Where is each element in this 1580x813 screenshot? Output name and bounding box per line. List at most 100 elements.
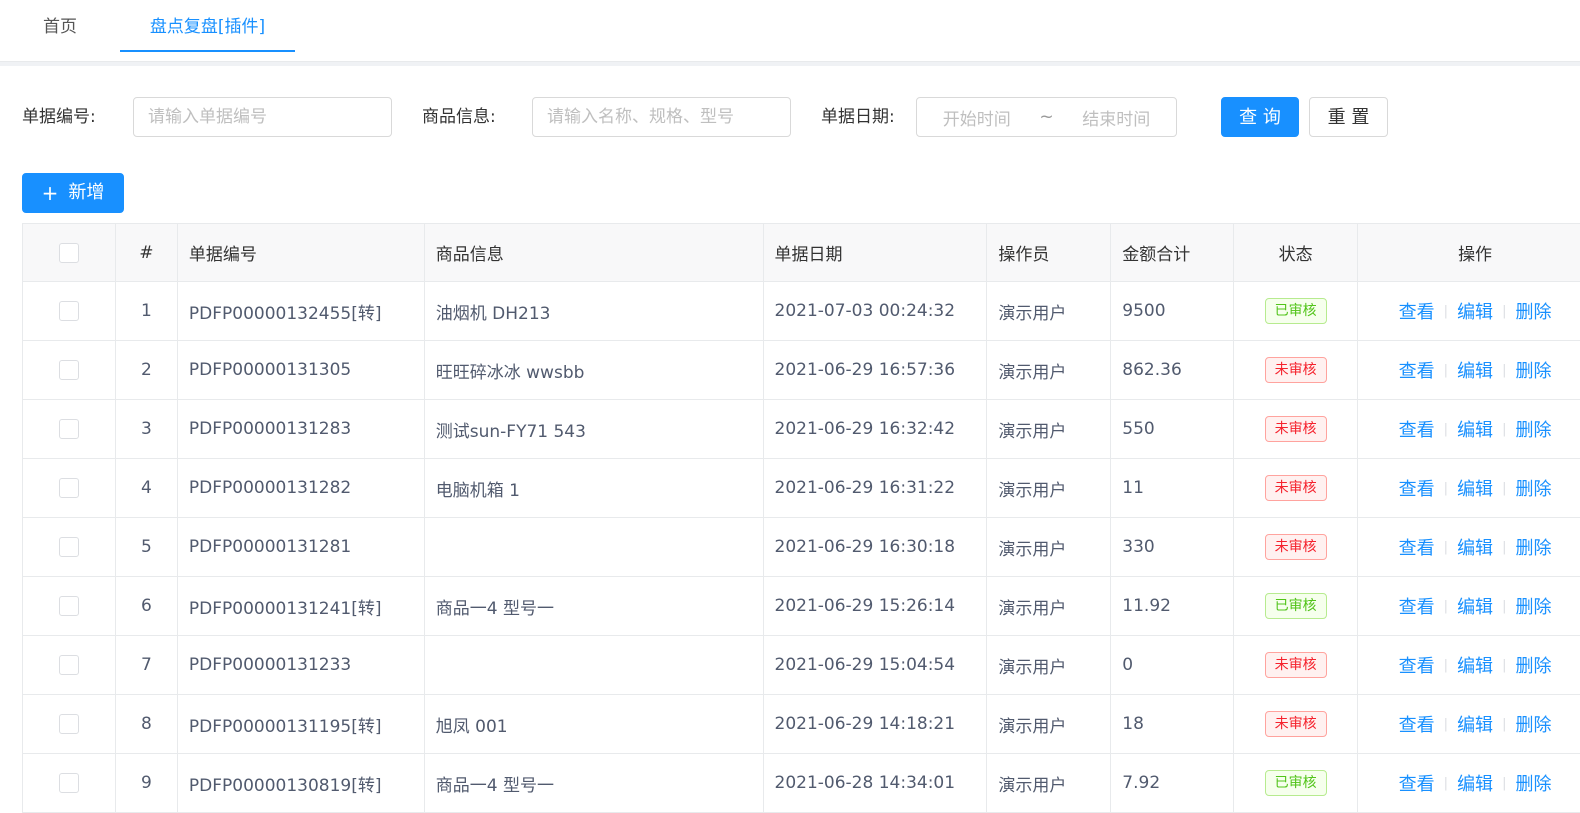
row-date: 2021-06-29 16:31:22 xyxy=(764,459,988,517)
row-goods: 油烟机 DH213 xyxy=(425,282,764,340)
row-checkbox[interactable] xyxy=(58,419,79,439)
edit-link[interactable]: 编辑 xyxy=(1457,298,1493,324)
action-divider: | xyxy=(1502,480,1507,496)
view-link[interactable]: 查看 xyxy=(1399,416,1435,442)
view-link[interactable]: 查看 xyxy=(1399,711,1435,737)
row-checkbox-cell xyxy=(23,518,116,576)
row-operator: 演示用户 xyxy=(987,577,1112,635)
query-button[interactable]: 查 询 xyxy=(1221,97,1299,137)
delete-link[interactable]: 删除 xyxy=(1515,475,1551,501)
action-divider: | xyxy=(1443,421,1449,437)
view-link[interactable]: 查看 xyxy=(1399,298,1435,324)
row-amount: 11.92 xyxy=(1111,577,1235,635)
add-button-label: 新增 xyxy=(68,182,105,203)
edit-link[interactable]: 编辑 xyxy=(1457,652,1493,678)
row-operator: 演示用户 xyxy=(987,459,1112,517)
status-badge: 已审核 xyxy=(1264,770,1327,796)
edit-link[interactable]: 编辑 xyxy=(1457,357,1493,383)
status-badge: 未审核 xyxy=(1264,416,1327,442)
table-body: 1 PDFP00000132455[转] 油烟机 DH213 2021-07-03 0… xyxy=(23,282,1580,813)
header-checkbox-cell xyxy=(23,224,116,281)
row-goods: 旺旺碎冰冰 wwsbb xyxy=(425,341,764,399)
delete-link[interactable]: 删除 xyxy=(1515,652,1551,678)
delete-link[interactable]: 删除 xyxy=(1515,298,1551,324)
view-link[interactable]: 查看 xyxy=(1399,593,1435,619)
row-actions: 查看 | 编辑 | 删除 xyxy=(1358,400,1580,458)
row-operator: 演示用户 xyxy=(987,282,1112,340)
delete-link[interactable]: 删除 xyxy=(1515,416,1551,442)
row-goods: 旭凤 001 xyxy=(425,695,764,753)
view-link[interactable]: 查看 xyxy=(1399,534,1435,560)
view-link[interactable]: 查看 xyxy=(1399,770,1435,796)
row-checkbox[interactable] xyxy=(58,360,79,380)
date-start-input[interactable]: 开始时间 xyxy=(917,105,1037,130)
row-actions: 查看 | 编辑 | 删除 xyxy=(1358,577,1580,635)
row-index: 6 xyxy=(116,577,178,635)
reset-button[interactable]: 重 置 xyxy=(1309,97,1388,137)
delete-link[interactable]: 删除 xyxy=(1515,770,1551,796)
row-goods xyxy=(425,518,764,576)
action-divider: | xyxy=(1502,598,1507,614)
header-index: # xyxy=(116,224,178,281)
action-divider: | xyxy=(1502,421,1507,437)
row-doc-no: PDFP00000131305 xyxy=(178,341,425,399)
edit-link[interactable]: 编辑 xyxy=(1457,534,1493,560)
date-range-separator: ~ xyxy=(1039,107,1054,127)
action-divider: | xyxy=(1443,657,1449,673)
row-status-cell: 已审核 xyxy=(1234,577,1359,635)
row-checkbox[interactable] xyxy=(58,655,79,675)
delete-link[interactable]: 删除 xyxy=(1515,711,1551,737)
row-doc-no: PDFP00000131195[转] xyxy=(178,695,425,753)
row-status-cell: 未审核 xyxy=(1234,341,1359,399)
row-index: 3 xyxy=(116,400,178,458)
row-checkbox[interactable] xyxy=(58,478,79,498)
row-status-cell: 未审核 xyxy=(1234,400,1359,458)
row-actions: 查看 | 编辑 | 删除 xyxy=(1358,459,1580,517)
delete-link[interactable]: 删除 xyxy=(1515,357,1551,383)
row-amount: 550 xyxy=(1111,400,1235,458)
date-label: 单据日期: xyxy=(821,107,895,127)
delete-link[interactable]: 删除 xyxy=(1515,534,1551,560)
select-all-checkbox[interactable] xyxy=(58,242,79,263)
tab-inventory-review[interactable]: 盘点复盘[插件] xyxy=(120,0,295,52)
row-actions: 查看 | 编辑 | 删除 xyxy=(1358,518,1580,576)
row-actions: 查看 | 编辑 | 删除 xyxy=(1358,754,1580,812)
view-link[interactable]: 查看 xyxy=(1399,357,1435,383)
view-link[interactable]: 查看 xyxy=(1399,652,1435,678)
date-range-picker[interactable]: 开始时间 ~ 结束时间 xyxy=(916,97,1177,137)
row-checkbox[interactable] xyxy=(58,301,79,321)
action-divider: | xyxy=(1443,716,1449,732)
row-operator: 演示用户 xyxy=(987,341,1112,399)
edit-link[interactable]: 编辑 xyxy=(1457,770,1493,796)
edit-link[interactable]: 编辑 xyxy=(1457,416,1493,442)
row-checkbox[interactable] xyxy=(58,773,79,793)
row-goods xyxy=(425,636,764,694)
row-amount: 862.36 xyxy=(1111,341,1235,399)
action-divider: | xyxy=(1502,303,1507,319)
row-checkbox[interactable] xyxy=(58,596,79,616)
row-checkbox[interactable] xyxy=(58,537,79,557)
date-end-input[interactable]: 结束时间 xyxy=(1057,105,1177,130)
edit-link[interactable]: 编辑 xyxy=(1457,475,1493,501)
row-status-cell: 未审核 xyxy=(1234,459,1359,517)
action-divider: | xyxy=(1502,657,1507,673)
goods-input[interactable] xyxy=(532,97,791,137)
row-amount: 0 xyxy=(1111,636,1235,694)
add-button[interactable]: + 新增 xyxy=(22,173,124,213)
status-badge: 未审核 xyxy=(1264,652,1327,678)
row-checkbox-cell xyxy=(23,341,116,399)
row-checkbox[interactable] xyxy=(58,714,79,734)
header-goods: 商品信息 xyxy=(425,224,764,281)
edit-link[interactable]: 编辑 xyxy=(1457,711,1493,737)
row-doc-no: PDFP00000130819[转] xyxy=(178,754,425,812)
row-amount: 9500 xyxy=(1111,282,1235,340)
view-link[interactable]: 查看 xyxy=(1399,475,1435,501)
delete-link[interactable]: 删除 xyxy=(1515,593,1551,619)
edit-link[interactable]: 编辑 xyxy=(1457,593,1493,619)
row-doc-no: PDFP00000131281 xyxy=(178,518,425,576)
header-actions: 操作 xyxy=(1458,245,1493,265)
tab-home[interactable]: 首页 xyxy=(0,0,120,52)
action-divider: | xyxy=(1502,775,1507,791)
row-index: 9 xyxy=(116,754,178,812)
doc-no-input[interactable] xyxy=(133,97,392,137)
